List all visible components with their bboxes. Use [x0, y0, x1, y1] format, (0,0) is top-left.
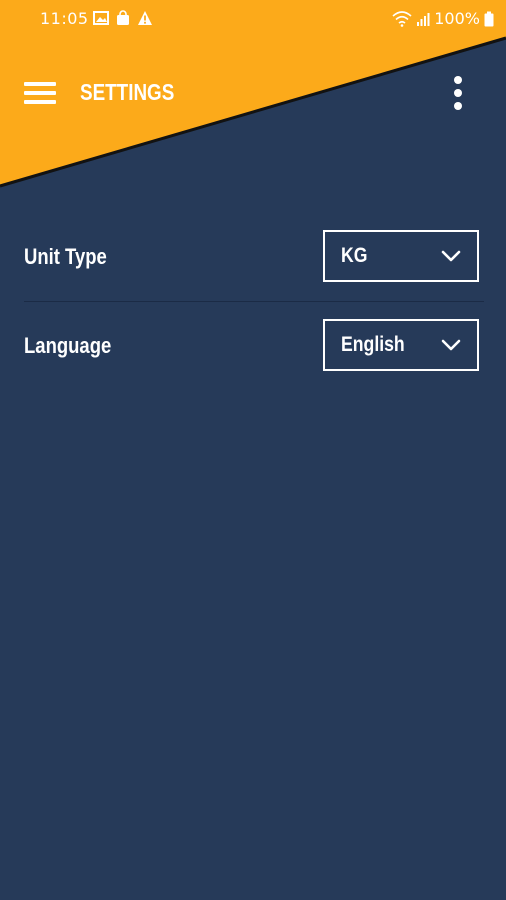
language-dropdown[interactable]: English — [323, 319, 479, 371]
battery-icon — [484, 11, 494, 26]
status-right-group: 100% — [392, 9, 494, 28]
warning-icon — [138, 11, 152, 25]
unit-type-row: Unit Type KG — [24, 230, 484, 286]
battery-percentage: 100% — [434, 9, 480, 28]
page-title: SETTINGS — [80, 79, 175, 105]
status-bar: 11:05 100% — [0, 0, 506, 38]
bag-icon — [117, 10, 129, 25]
unit-type-label: Unit Type — [24, 244, 107, 269]
chevron-down-icon — [441, 250, 461, 262]
language-value: English — [341, 333, 405, 356]
more-vertical-icon[interactable] — [446, 74, 470, 112]
unit-type-value: KG — [341, 244, 368, 267]
settings-divider — [24, 301, 484, 302]
hamburger-menu-icon[interactable] — [24, 80, 58, 108]
language-label: Language — [24, 333, 112, 358]
status-time: 11:05 — [40, 9, 89, 28]
language-row: Language English — [24, 319, 484, 375]
chevron-down-icon — [441, 339, 461, 351]
signal-icon — [417, 12, 430, 26]
wifi-icon — [392, 10, 412, 27]
unit-type-dropdown[interactable]: KG — [323, 230, 479, 282]
image-icon — [93, 11, 109, 25]
